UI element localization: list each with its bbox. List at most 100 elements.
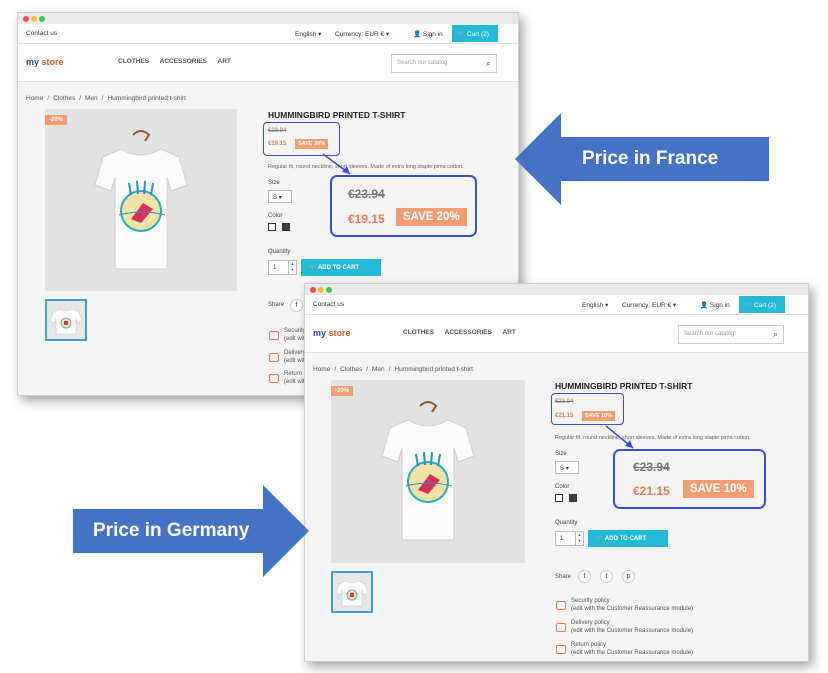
maximize-dot-icon[interactable] <box>326 287 332 293</box>
color-swatch-black[interactable] <box>569 494 577 502</box>
size-label: Size <box>268 180 280 186</box>
breadcrumb-current: Hummingbird printed t-shirt <box>394 366 473 373</box>
color-swatch-black[interactable] <box>282 223 290 231</box>
breadcrumb-home[interactable]: Home <box>313 366 330 373</box>
germany-callout-text: Price in Germany <box>93 520 250 541</box>
stepper-arrows-icon[interactable]: ▲ ▼ <box>575 532 583 545</box>
share-label: Share <box>555 574 572 580</box>
minimize-dot-icon[interactable] <box>318 287 324 293</box>
breadcrumb-clothes[interactable]: Clothes <box>340 366 362 373</box>
breadcrumb: Home / Clothes / Men / Hummingbird printed t-s… <box>313 366 473 373</box>
cart-icon: 🛒 <box>457 31 467 38</box>
top-bar: Contact us English ▾ Currency: EUR € ▾ 👤… <box>18 24 518 44</box>
discount-badge: -20% <box>331 386 354 396</box>
breadcrumb-men[interactable]: Men <box>372 366 385 373</box>
top-bar: Contact us English ▾ Currency: EUR € ▾ 👤… <box>305 295 808 315</box>
breadcrumb-clothes[interactable]: Clothes <box>53 95 75 102</box>
size-label: Size <box>555 451 567 457</box>
product-description: Regular fit, round neckline, short sleev… <box>555 435 751 441</box>
main-navbar: my store CLOTHES ACCESSORIES ART Search … <box>305 315 808 353</box>
twitter-icon[interactable]: t <box>600 570 613 583</box>
product-thumbnail[interactable] <box>331 571 373 613</box>
main-navbar: my store CLOTHES ACCESSORIES ART Search … <box>18 44 518 82</box>
nav-clothes[interactable]: CLOTHES <box>118 58 149 65</box>
zoom-current-price: €19.15 <box>348 212 385 226</box>
zoom-save-badge: SAVE 10% <box>683 480 754 498</box>
color-swatch-white[interactable] <box>555 494 563 502</box>
share-label: Share <box>268 302 285 308</box>
maximize-dot-icon[interactable] <box>39 16 45 22</box>
delivery-policy-icon <box>269 353 279 362</box>
category-nav: CLOTHES ACCESSORIES ART <box>403 329 525 336</box>
contact-link[interactable]: Contact us <box>313 301 344 308</box>
zoom-old-price: €23.94 <box>633 460 670 474</box>
price-highlight-zoom: €23.94 €21.15 SAVE 10% <box>613 449 766 509</box>
cart-icon: 🛒 <box>309 265 318 271</box>
product-image[interactable]: -20% <box>331 380 525 563</box>
delivery-policy-icon <box>556 623 566 632</box>
cart-button[interactable]: 🛒 Cart (2) <box>452 25 498 42</box>
stepper-arrows-icon[interactable]: ▲ ▼ <box>288 261 296 274</box>
search-icon[interactable]: ⌕ <box>773 329 778 340</box>
size-select[interactable]: S ▾ <box>555 461 579 474</box>
security-policy-icon <box>269 331 279 340</box>
chevron-down-icon: ▾ <box>278 195 282 201</box>
signin-link[interactable]: 👤 Sign in <box>700 301 730 309</box>
zoom-save-badge: SAVE 20% <box>396 208 467 226</box>
security-policy-text: Security policy(edit with the Customer R… <box>571 598 694 612</box>
comparison-canvas: Contact us English ▾ Currency: EUR € ▾ 👤… <box>0 0 828 673</box>
color-swatch-white[interactable] <box>268 223 276 231</box>
user-icon: 👤 <box>700 302 710 309</box>
zoom-current-price: €21.15 <box>633 484 670 498</box>
user-icon: 👤 <box>413 31 423 38</box>
size-select[interactable]: S ▾ <box>268 190 292 203</box>
search-input[interactable]: Search our catalog ⌕ <box>391 54 497 73</box>
return-policy-icon <box>556 645 566 654</box>
quantity-label: Quantity <box>555 520 578 526</box>
language-selector[interactable]: English ▾ <box>295 30 321 38</box>
quantity-stepper[interactable]: 1 ▲ ▼ <box>555 531 584 546</box>
currency-selector[interactable]: Currency: EUR € ▾ <box>335 30 389 38</box>
search-input[interactable]: Search our catalog ⌕ <box>678 325 784 344</box>
signin-link[interactable]: 👤 Sign in <box>413 30 443 38</box>
add-to-cart-button[interactable]: 🛒 ADD TO CART <box>301 259 381 276</box>
search-icon[interactable]: ⌕ <box>486 58 491 69</box>
nav-accessories[interactable]: ACCESSORIES <box>160 58 207 65</box>
currency-selector[interactable]: Currency: EUR € ▾ <box>622 301 676 309</box>
language-selector[interactable]: English ▾ <box>582 301 608 309</box>
contact-link[interactable]: Contact us <box>26 30 57 37</box>
facebook-icon[interactable]: f <box>578 570 591 583</box>
tshirt-image <box>94 130 188 270</box>
store-logo[interactable]: my store <box>313 328 351 338</box>
breadcrumb: Home / Clothes / Men / Hummingbird printed t-s… <box>26 95 186 102</box>
germany-callout: Price in Germany <box>73 485 309 577</box>
close-dot-icon[interactable] <box>23 16 29 22</box>
tshirt-image <box>381 401 475 541</box>
nav-art[interactable]: ART <box>218 58 231 65</box>
price-highlight-zoom: €23.94 €19.15 SAVE 20% <box>330 175 477 237</box>
add-to-cart-button[interactable]: 🛒 ADD TO CART <box>588 530 668 547</box>
cart-icon: 🛒 <box>744 302 754 309</box>
delivery-policy-text: Delivery policy(edit with the Customer R… <box>571 620 694 634</box>
store-window-germany: Contact us English ▾ Currency: EUR € ▾ 👤… <box>304 283 809 662</box>
quantity-stepper[interactable]: 1 ▲ ▼ <box>268 260 297 275</box>
close-dot-icon[interactable] <box>310 287 316 293</box>
nav-accessories[interactable]: ACCESSORIES <box>445 329 492 336</box>
breadcrumb-men[interactable]: Men <box>85 95 98 102</box>
cart-button[interactable]: 🛒 Cart (2) <box>739 296 785 313</box>
nav-clothes[interactable]: CLOTHES <box>403 329 434 336</box>
france-callout-text: Price in France <box>582 148 719 169</box>
chevron-down-icon: ▾ <box>565 466 569 472</box>
minimize-dot-icon[interactable] <box>31 16 37 22</box>
quantity-label: Quantity <box>268 249 291 255</box>
product-image[interactable]: -20% <box>45 109 237 291</box>
product-thumbnail[interactable] <box>45 299 87 341</box>
breadcrumb-home[interactable]: Home <box>26 95 43 102</box>
facebook-icon[interactable]: f <box>290 299 303 312</box>
tshirt-thumb-icon <box>49 308 83 335</box>
pinterest-icon[interactable]: p <box>622 570 635 583</box>
store-logo[interactable]: my store <box>26 57 64 67</box>
cart-icon: 🛒 <box>596 536 605 542</box>
return-policy-icon <box>269 374 279 383</box>
nav-art[interactable]: ART <box>503 329 516 336</box>
